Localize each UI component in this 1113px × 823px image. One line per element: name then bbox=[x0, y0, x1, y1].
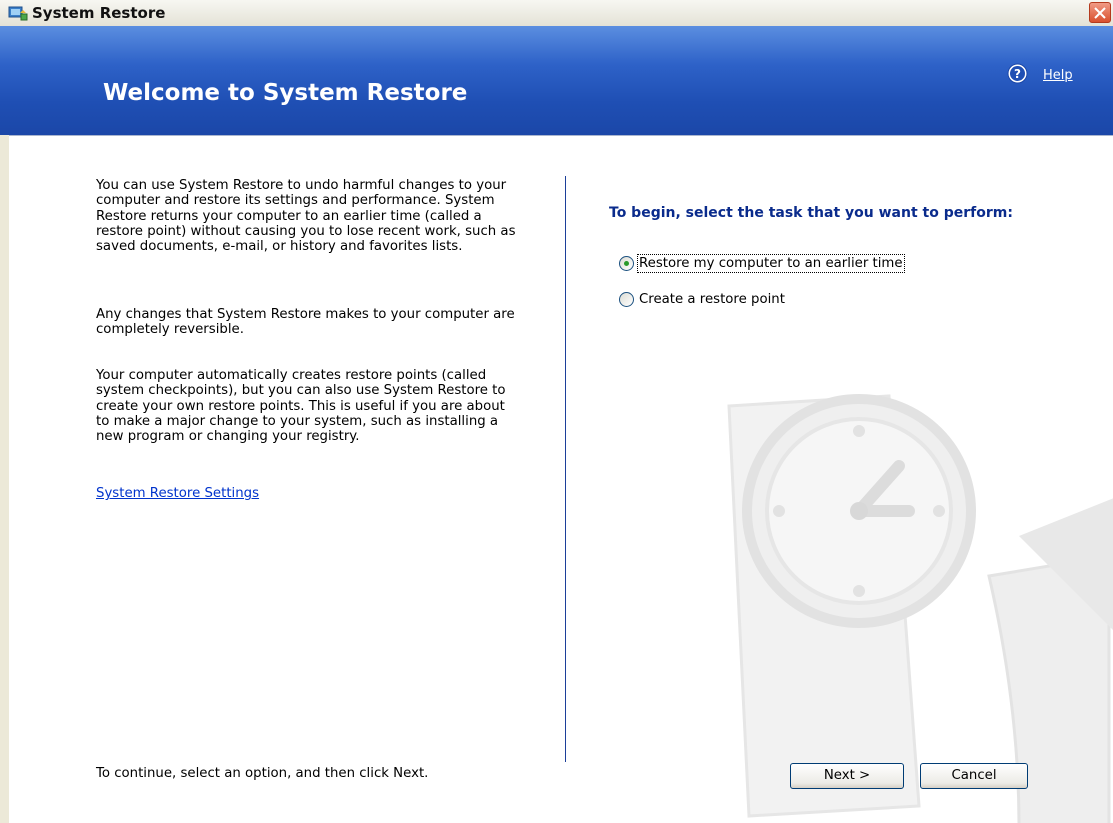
next-button[interactable]: Next > bbox=[790, 763, 904, 789]
radio-create-restore-point[interactable] bbox=[619, 292, 634, 307]
intro-paragraph: You can use System Restore to undo harmf… bbox=[96, 178, 516, 255]
cancel-button[interactable]: Cancel bbox=[920, 763, 1028, 789]
help-icon[interactable]: ? bbox=[1007, 63, 1028, 84]
continue-hint: To continue, select an option, and then … bbox=[96, 766, 429, 781]
close-button[interactable] bbox=[1089, 2, 1111, 23]
option-label-create[interactable]: Create a restore point bbox=[639, 292, 785, 307]
left-frame-strip bbox=[0, 135, 9, 823]
option-label-restore[interactable]: Restore my computer to an earlier time bbox=[637, 254, 905, 273]
svg-text:?: ? bbox=[1014, 67, 1021, 81]
page-title: Welcome to System Restore bbox=[103, 80, 468, 106]
clock-arrow-watermark bbox=[727, 394, 1113, 823]
window-title: System Restore bbox=[32, 4, 166, 22]
system-restore-window: System Restore Welcome to System Restore… bbox=[0, 0, 1113, 823]
task-prompt: To begin, select the task that you want … bbox=[609, 205, 1013, 221]
radio-restore-earlier-time[interactable] bbox=[619, 256, 634, 271]
system-restore-icon bbox=[8, 6, 28, 21]
header-banner: Welcome to System Restore ? Help bbox=[0, 26, 1113, 135]
system-restore-settings-link[interactable]: System Restore Settings bbox=[96, 486, 259, 501]
help-link[interactable]: Help bbox=[1043, 68, 1073, 83]
close-icon bbox=[1094, 7, 1106, 19]
reversible-paragraph: Any changes that System Restore makes to… bbox=[96, 307, 515, 338]
content-panel: You can use System Restore to undo harmf… bbox=[9, 135, 1113, 823]
vertical-divider bbox=[565, 176, 566, 762]
checkpoints-paragraph: Your computer automatically creates rest… bbox=[96, 368, 506, 445]
radio-selected-dot bbox=[624, 261, 629, 266]
title-bar[interactable]: System Restore bbox=[0, 0, 1113, 27]
